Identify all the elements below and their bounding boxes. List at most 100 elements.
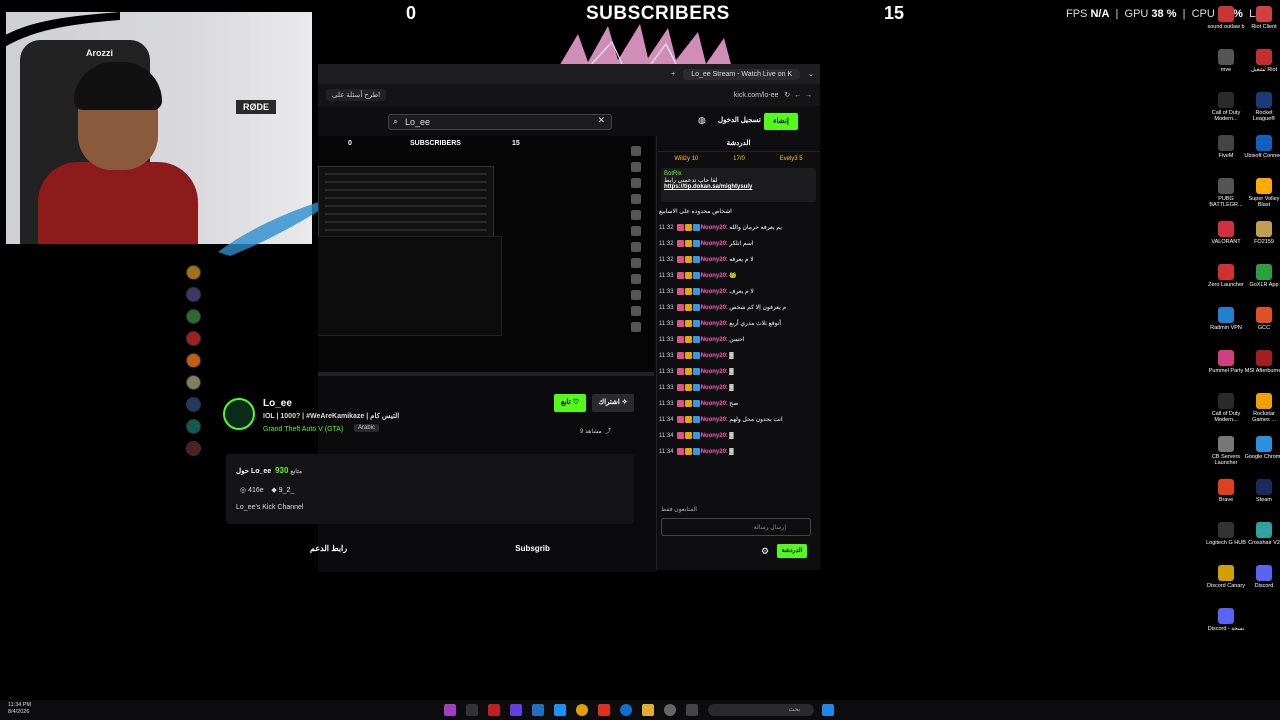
ask-button[interactable]: اطرح أسئلة على: [326, 89, 387, 101]
folder-icon[interactable]: [642, 704, 654, 716]
app-icon[interactable]: [444, 704, 456, 716]
reload-icon[interactable]: ↻: [784, 92, 790, 99]
social-links[interactable]: ◎ 416e ◆ 9_2_: [240, 486, 294, 494]
channel-avatar[interactable]: [186, 397, 201, 412]
desktop-shortcut[interactable]: Riot Client: [1244, 6, 1280, 30]
desktop-shortcut[interactable]: Discord - نسخة: [1206, 608, 1246, 632]
chat-username[interactable]: Noony20: [701, 417, 726, 423]
chat-username[interactable]: Noony20: [701, 433, 726, 439]
channel-avatar[interactable]: [186, 353, 201, 368]
desktop-shortcut[interactable]: GCC: [1244, 307, 1280, 331]
gpu-value: 38 %: [1151, 8, 1177, 20]
channel-avatar[interactable]: [186, 441, 201, 456]
app-icon[interactable]: [510, 704, 522, 716]
chat-username[interactable]: Noony20: [701, 273, 726, 279]
desktop-shortcut[interactable]: Rocket League®: [1244, 92, 1280, 122]
channel-name[interactable]: Lo_ee: [263, 398, 292, 409]
follow-button[interactable]: تابع ♡: [554, 394, 586, 412]
edge-icon[interactable]: [620, 704, 632, 716]
chat-username[interactable]: Noony20: [701, 385, 726, 391]
clear-search-icon[interactable]: ✕: [597, 115, 605, 126]
desktop-shortcut[interactable]: PUBG BATTLEGR...: [1206, 178, 1246, 208]
desktop-shortcut[interactable]: sound outlaw b: [1206, 6, 1246, 30]
chat-username[interactable]: Noony20: [701, 321, 726, 327]
desktop-shortcut[interactable]: Discord Canary: [1206, 565, 1246, 589]
desktop-shortcut[interactable]: Crosshair V2: [1244, 522, 1280, 546]
chrome-icon[interactable]: [576, 704, 588, 716]
chat-username[interactable]: Noony20: [701, 257, 726, 263]
desktop-shortcut[interactable]: Radmin VPN: [1206, 307, 1246, 331]
app-icon[interactable]: [554, 704, 566, 716]
app-icon[interactable]: [598, 704, 610, 716]
new-tab-icon[interactable]: +: [671, 71, 675, 78]
start-icon[interactable]: [822, 704, 834, 716]
chat-username[interactable]: Noony20: [701, 337, 726, 343]
login-button[interactable]: تسجيل الدخول: [718, 116, 761, 124]
chat-username[interactable]: Noony20: [701, 225, 726, 231]
desktop-shortcut[interactable]: FiveM: [1206, 135, 1246, 159]
channel-avatar-large[interactable]: [223, 398, 255, 430]
game-category[interactable]: Grand Theft Auto V (GTA): [263, 426, 343, 433]
channel-avatar[interactable]: [186, 265, 201, 280]
browser-tab[interactable]: Lo_ee Stream - Watch Live on K: [683, 68, 801, 80]
channel-avatar[interactable]: [186, 331, 201, 346]
desktop-shortcut[interactable]: Steam: [1244, 479, 1280, 503]
desktop-shortcut[interactable]: mve: [1206, 49, 1246, 73]
app-icon[interactable]: [686, 704, 698, 716]
globe-icon[interactable]: ◍: [698, 115, 706, 126]
channel-avatar[interactable]: [186, 375, 201, 390]
pinned-message[interactable]: BotRix لقا حاب تدعمني رابط https://tip.d…: [661, 168, 816, 202]
desktop-shortcut[interactable]: FO2159: [1244, 221, 1280, 245]
desktop-shortcut[interactable]: Google Chrome: [1244, 436, 1280, 460]
chat-message: 11:33 Noony20: أتوقع ثلاث مدري أربع: [659, 319, 782, 327]
chat-username[interactable]: Noony20: [701, 353, 726, 359]
desktop-shortcut[interactable]: Super Volley Blast: [1244, 178, 1280, 208]
search-input[interactable]: ⌕ Lo_ee ✕: [388, 114, 612, 130]
channel-avatar[interactable]: [186, 287, 201, 302]
chat-input[interactable]: إرسال رسالة: [661, 518, 811, 536]
desktop-shortcut[interactable]: تشغيل Riot: [1244, 49, 1280, 73]
channel-avatar[interactable]: [186, 309, 201, 324]
stream-player[interactable]: 0 SUBSCRIBERS 15: [318, 136, 654, 376]
settings-icon[interactable]: [664, 704, 676, 716]
chat-username[interactable]: Noony20: [701, 369, 726, 375]
subscribe-panel[interactable]: Subsgrib: [515, 544, 550, 553]
desktop-shortcut[interactable]: Zero Launcher: [1206, 264, 1246, 288]
desktop-shortcut[interactable]: MSI Afterburner: [1244, 350, 1280, 374]
channel-avatar[interactable]: [186, 419, 201, 434]
app-icon[interactable]: [466, 704, 478, 716]
support-link-panel[interactable]: رابط الدعم: [310, 544, 347, 553]
desktop-shortcut[interactable]: VALORANT: [1206, 221, 1246, 245]
chat-username[interactable]: Noony20: [701, 401, 726, 407]
chat-send-button[interactable]: الدردشة: [777, 544, 807, 558]
language-tag[interactable]: Arabic: [354, 424, 380, 432]
app-icon[interactable]: [532, 704, 544, 716]
chat-badge-icon: [684, 255, 692, 263]
desktop-shortcut[interactable]: Pummel Party: [1206, 350, 1246, 374]
desktop-shortcut[interactable]: GoXLR App: [1244, 264, 1280, 288]
settings-icon[interactable]: ⚙: [761, 546, 769, 557]
chat-username[interactable]: Noony20: [701, 241, 726, 247]
back-icon[interactable]: ←: [794, 92, 801, 99]
forward-icon[interactable]: →: [805, 92, 812, 99]
subscribe-button[interactable]: اشتراك ✧: [592, 394, 634, 412]
desktop-shortcut[interactable]: CB Servers Launcher: [1206, 436, 1246, 466]
app-icon[interactable]: [488, 704, 500, 716]
url-text[interactable]: kick.com/lo-ee: [734, 92, 779, 99]
desktop-shortcut[interactable]: Rockstar Games ...: [1244, 393, 1280, 423]
desktop-shortcut[interactable]: Call of Duty Modern...: [1206, 393, 1246, 423]
minimize-icon[interactable]: ⌄: [808, 70, 814, 78]
desktop-shortcut[interactable]: Brave: [1206, 479, 1246, 503]
desktop-shortcut[interactable]: Ubisoft Connect: [1244, 135, 1280, 159]
taskbar-search[interactable]: بحث: [708, 704, 814, 716]
desktop-shortcut[interactable]: Discord: [1244, 565, 1280, 589]
desktop-shortcut[interactable]: Logitech G HUB: [1206, 522, 1246, 546]
chat-username[interactable]: Noony20: [701, 449, 726, 455]
signup-button[interactable]: إنشاء حساب: [764, 113, 798, 142]
chat-badge-icon: [692, 239, 700, 247]
donation-link[interactable]: https://tip.dokan.sa/mightysuly: [664, 184, 813, 190]
chat-username[interactable]: Noony20: [701, 305, 726, 311]
chat-username[interactable]: Noony20: [701, 289, 726, 295]
desktop-shortcut[interactable]: Call of Duty Modern...: [1206, 92, 1246, 122]
clock[interactable]: 11:34 PM 8/4/2026: [8, 702, 31, 716]
